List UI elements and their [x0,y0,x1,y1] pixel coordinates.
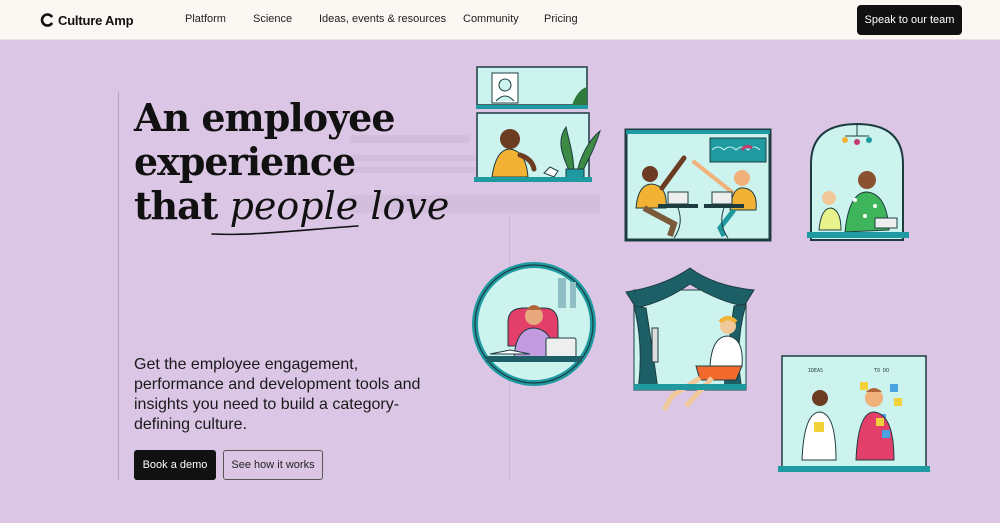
script-underline-swash [211,225,359,236]
nav-ideas-events-resources[interactable]: Ideas, events & resources [319,13,446,25]
illustration-window-person-plant [474,66,601,182]
illustration-parent-with-baby [807,122,909,241]
nav-science[interactable]: Science [253,13,292,25]
left-divider-line [118,92,119,480]
see-how-it-works-button[interactable]: See how it works [223,450,323,480]
headline-line-3: that people love [134,183,494,229]
illustration-round-window-laptop [472,262,596,386]
culture-amp-logo-icon [40,13,53,27]
hero-subheadline: Get the employee engagement, performance… [134,356,421,433]
nav-community[interactable]: Community [463,13,519,25]
top-navbar: Culture Amp Platform Science Ideas, even… [0,0,1000,40]
illustration-high-five-desks [624,128,772,242]
culture-amp-logo[interactable]: Culture Amp [40,11,134,29]
sticky-note-ideas: IDEAS [808,368,823,374]
nav-pricing[interactable]: Pricing [544,13,578,25]
nav-platform[interactable]: Platform [185,13,226,25]
book-a-demo-button[interactable]: Book a demo [134,450,216,480]
headline-line-2: experience [134,139,356,184]
illustration-tent-window-headphones [625,267,755,412]
speak-to-our-team-button[interactable]: Speak to our team [857,5,962,35]
headline-script-people-love: people love [229,184,450,228]
headline-line-1: An employee [134,95,396,140]
illustration-sticky-notes-board: IDEAS TO DO [778,355,930,472]
sticky-note-to-do: TO DO [874,368,889,374]
brand-name: Culture Amp [58,12,134,28]
headline-that: that [134,183,218,228]
hero-headline: An employee experience that people love [134,95,494,229]
